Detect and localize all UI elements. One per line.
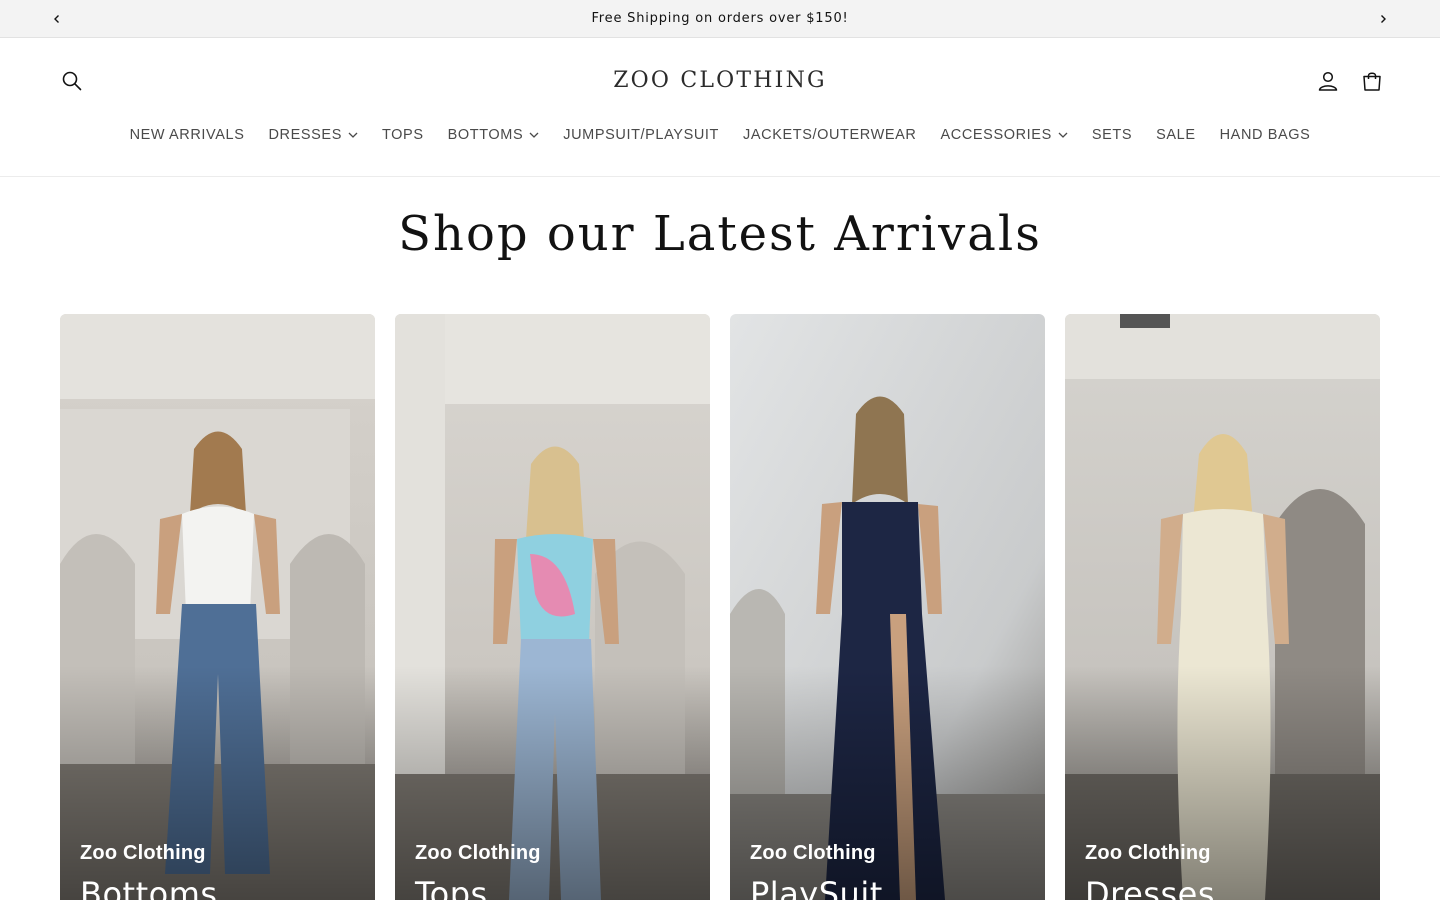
collection-card-dresses[interactable]: Zoo Clothing Dresses (1065, 314, 1380, 900)
card-title: PlaySuit (750, 875, 883, 900)
announcement-next-button[interactable] (1373, 9, 1393, 29)
nav-item-label: ACCESSORIES (940, 127, 1052, 143)
collection-card-playsuit[interactable]: Zoo Clothing PlaySuit (730, 314, 1045, 900)
nav-item-hand-bags[interactable]: HAND BAGS (1208, 123, 1323, 147)
nav-item-sale[interactable]: SALE (1144, 123, 1207, 147)
nav-item-new-arrivals[interactable]: NEW ARRIVALS (118, 123, 257, 147)
card-shade (395, 314, 710, 900)
card-shade (60, 314, 375, 900)
nav-item-tops[interactable]: TOPS (370, 123, 436, 147)
nav-item-label: NEW ARRIVALS (129, 127, 245, 143)
collection-card-bottoms[interactable]: Zoo Clothing Bottoms (60, 314, 375, 900)
chevron-down-icon (1058, 132, 1068, 138)
announcement-text: Free Shipping on orders over $150! (591, 11, 849, 26)
nav-item-label: SETS (1091, 127, 1133, 143)
nav-item-accessories[interactable]: ACCESSORIES (928, 123, 1079, 147)
nav-item-label: BOTTOMS (447, 127, 524, 143)
chevron-left-icon (54, 15, 59, 23)
nav-item-label: DRESSES (268, 127, 342, 143)
nav-item-label: SALE (1156, 127, 1196, 143)
site-logo[interactable]: ZOO CLOTHING (520, 64, 920, 98)
card-shade (730, 314, 1045, 900)
nav-item-bottoms[interactable]: BOTTOMS (436, 123, 552, 147)
collection-grid: Zoo Clothing Bottoms Zoo Clothing Tops Z… (60, 314, 1380, 900)
cart-button[interactable] (1355, 64, 1389, 98)
page-title: Shop our Latest Arrivals (398, 206, 1042, 262)
announcement-bar: Free Shipping on orders over $150! (0, 0, 1440, 38)
nav-item-jackets-outerwear[interactable]: JACKETS/OUTERWEAR (731, 123, 928, 147)
nav-item-jumpsuit-playsuit[interactable]: JUMPSUIT/PLAYSUIT (551, 123, 731, 147)
nav-item-label: JACKETS/OUTERWEAR (743, 127, 917, 143)
card-title: Bottoms (80, 875, 218, 900)
chevron-right-icon (1381, 15, 1386, 23)
card-brand: Zoo Clothing (1085, 842, 1211, 864)
announcement-prev-button[interactable] (47, 9, 67, 29)
chevron-down-icon (529, 132, 539, 138)
search-button[interactable] (55, 64, 89, 98)
main-nav: NEW ARRIVALS DRESSES TOPS BOTTOMS JUMPSU… (0, 123, 1440, 147)
nav-item-dresses[interactable]: DRESSES (256, 123, 370, 147)
nav-item-sets[interactable]: SETS (1080, 123, 1144, 147)
bag-icon (1363, 72, 1381, 91)
collection-card-tops[interactable]: Zoo Clothing Tops (395, 314, 710, 900)
card-brand: Zoo Clothing (750, 842, 876, 864)
nav-item-label: HAND BAGS (1219, 127, 1311, 143)
search-icon (62, 71, 82, 91)
card-shade (1065, 314, 1380, 900)
card-brand: Zoo Clothing (415, 842, 541, 864)
card-title: Tops (415, 875, 488, 900)
card-brand: Zoo Clothing (80, 842, 206, 864)
site-header: ZOO CLOTHING NEW ARRIVALS DRESSES TOPS B… (0, 39, 1440, 177)
user-icon (1318, 71, 1338, 91)
chevron-down-icon (348, 132, 358, 138)
nav-item-label: JUMPSUIT/PLAYSUIT (563, 127, 719, 143)
nav-item-label: TOPS (381, 127, 424, 143)
card-title: Dresses (1085, 875, 1215, 900)
account-button[interactable] (1311, 64, 1345, 98)
